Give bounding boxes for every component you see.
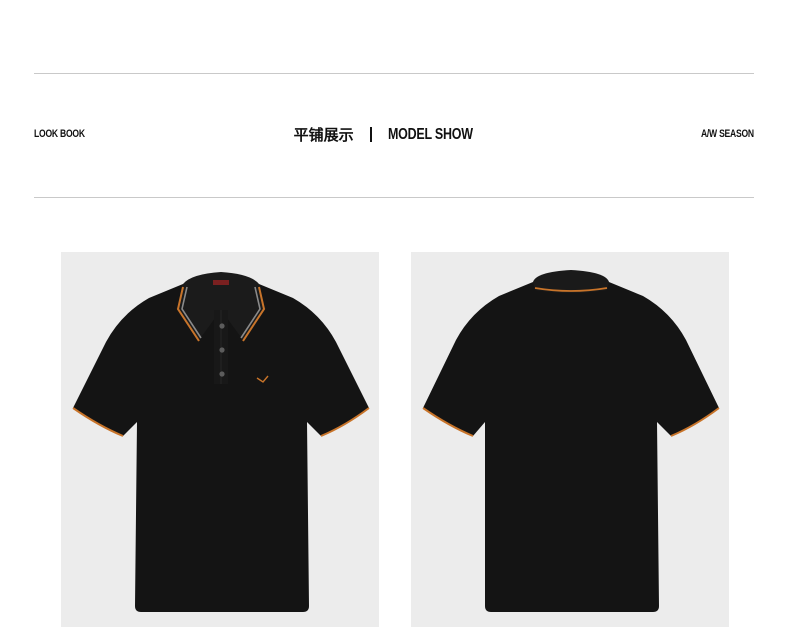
section-title: 平铺展示 MODEL SHOW — [0, 124, 790, 145]
bottom-divider — [34, 197, 754, 198]
section-header: LOOK BOOK 平铺展示 MODEL SHOW A/W SEASON — [0, 124, 790, 152]
polo-back-illustration — [422, 270, 720, 612]
top-divider — [34, 73, 754, 74]
season-label: A/W SEASON — [701, 128, 754, 140]
polo-back-photo — [411, 252, 729, 627]
section-title-cn: 平铺展示 — [293, 126, 354, 144]
polo-front-illustration — [72, 272, 370, 612]
polo-front-photo — [61, 252, 379, 627]
title-separator — [369, 127, 372, 142]
section-title-en: MODEL SHOW — [387, 125, 473, 143]
